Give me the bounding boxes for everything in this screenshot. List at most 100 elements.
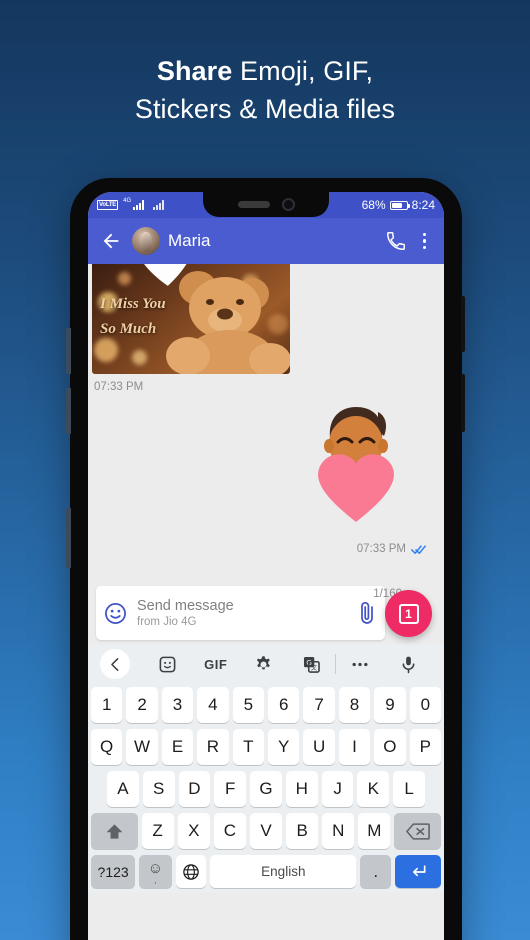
key-b[interactable]: B [286, 813, 319, 849]
settings-gear-icon[interactable] [240, 647, 288, 681]
message-placeholder: Send message [137, 597, 234, 614]
send-button-label: 1 [398, 603, 419, 624]
ellipsis-icon [352, 662, 368, 666]
key-w[interactable]: W [126, 729, 158, 765]
key-2[interactable]: 2 [126, 687, 158, 723]
status-bar-left: VoLTE 4G [97, 198, 165, 210]
emoji-key[interactable]: ☺ , [139, 855, 172, 888]
chevron-left-icon [110, 657, 118, 671]
key-m[interactable]: M [358, 813, 391, 849]
phone-screen: VoLTE 4G 68% 8:24 Maria I Miss You So Mu… [88, 192, 444, 940]
sticker-icon[interactable] [144, 647, 192, 681]
paperclip-icon[interactable] [357, 599, 377, 627]
keyboard-row-numbers: 1 2 3 4 5 6 7 8 9 0 [88, 684, 444, 726]
emoji-key-sub: , [154, 875, 157, 885]
keyboard-row-bottom: Z X C V B N M [88, 810, 444, 852]
key-q[interactable]: Q [90, 729, 123, 765]
battery-percent-label: 68% [361, 198, 386, 212]
send-button[interactable]: 1 [385, 590, 432, 637]
key-l[interactable]: L [393, 771, 426, 807]
smiley-icon[interactable] [104, 602, 127, 625]
message-input-zone: Send message from Jio 4G 1/160 1 [88, 582, 444, 644]
clock-label: 8:24 [411, 198, 435, 212]
emoji-key-icon: ☺ [147, 859, 164, 877]
key-5[interactable]: 5 [232, 687, 264, 723]
overflow-menu-icon[interactable] [417, 232, 433, 250]
backspace-key[interactable] [394, 813, 442, 849]
key-i[interactable]: I [338, 729, 371, 765]
more-options-icon[interactable] [336, 647, 384, 681]
key-d[interactable]: D [178, 771, 211, 807]
gif-button[interactable]: GIF [192, 647, 240, 681]
volte-badge: VoLTE [97, 200, 119, 210]
image-message-bubble[interactable]: I Miss You So Much [92, 264, 290, 374]
key-h[interactable]: H [285, 771, 318, 807]
front-camera-icon [281, 198, 295, 211]
battery-icon [389, 200, 410, 210]
language-globe-icon [183, 863, 199, 880]
key-r[interactable]: R [197, 729, 229, 765]
phone-mockup: VoLTE 4G 68% 8:24 Maria I Miss You So Mu… [66, 178, 465, 940]
key-t[interactable]: T [232, 729, 264, 765]
key-7[interactable]: 7 [303, 687, 335, 723]
key-x[interactable]: X [177, 813, 210, 849]
shift-icon [106, 823, 123, 839]
globe-key[interactable] [175, 855, 207, 888]
space-key[interactable]: English [210, 855, 357, 888]
translate-icon[interactable]: G 文 [287, 647, 335, 681]
keyboard-row-top: Q W E R T Y U I O P [88, 726, 444, 768]
microphone-icon[interactable] [384, 647, 432, 681]
volume-up-button[interactable] [66, 328, 71, 374]
message-timestamp: 07:33 PM [94, 381, 144, 393]
headline-line2: Stickers & Media files [134, 94, 396, 124]
person-hugging-heart-emoji[interactable] [310, 404, 402, 526]
message-input-bar[interactable]: Send message from Jio 4G [96, 586, 385, 640]
headline-bold: Share [156, 56, 233, 86]
key-v[interactable]: V [249, 813, 283, 849]
key-a[interactable]: A [106, 771, 139, 807]
svg-text:文: 文 [311, 662, 318, 671]
key-c[interactable]: C [213, 813, 246, 849]
key-k[interactable]: K [357, 771, 390, 807]
key-g[interactable]: G [250, 771, 282, 807]
period-key[interactable]: . [360, 855, 392, 888]
key-6[interactable]: 6 [268, 687, 300, 723]
key-y[interactable]: Y [268, 729, 300, 765]
arrow-left-icon[interactable] [100, 230, 122, 252]
key-9[interactable]: 9 [374, 687, 406, 723]
mic-icon [402, 656, 414, 673]
keyboard-row-home: A S D F G H J K L [88, 768, 444, 810]
right-bezel-lower [461, 374, 465, 432]
gear-icon [256, 655, 270, 669]
sticker-face-icon [159, 656, 176, 672]
key-o[interactable]: O [374, 729, 406, 765]
key-f[interactable]: F [214, 771, 247, 807]
on-screen-keyboard: GIF G 文 1 2 3 4 5 6 7 8 9 0 Q W E R T Y … [88, 644, 444, 893]
message-text-field[interactable]: Send message from Jio 4G [127, 597, 357, 630]
symbols-key[interactable]: ?123 [91, 855, 136, 888]
key-u[interactable]: U [303, 729, 335, 765]
right-bezel-upper [461, 296, 465, 352]
status-bar-right: 68% 8:24 [362, 198, 435, 212]
phone-call-icon[interactable] [385, 230, 407, 252]
key-z[interactable]: Z [141, 813, 174, 849]
key-0[interactable]: 0 [409, 687, 442, 723]
key-p[interactable]: P [409, 729, 442, 765]
contact-name: Maria [168, 231, 211, 250]
key-1[interactable]: 1 [90, 687, 123, 723]
keyboard-back-button[interactable] [100, 649, 130, 679]
key-n[interactable]: N [322, 813, 355, 849]
key-s[interactable]: S [142, 771, 175, 807]
keyboard-toolbar: GIF G 文 [88, 644, 444, 684]
key-8[interactable]: 8 [338, 687, 371, 723]
shift-key[interactable] [90, 813, 138, 849]
volume-down-button[interactable] [66, 388, 71, 434]
key-e[interactable]: E [161, 729, 194, 765]
key-j[interactable]: J [321, 771, 354, 807]
key-4[interactable]: 4 [197, 687, 229, 723]
avatar[interactable] [132, 227, 160, 255]
key-3[interactable]: 3 [161, 687, 194, 723]
timestamp-label: 07:33 PM [356, 543, 406, 555]
enter-key[interactable] [395, 855, 441, 888]
power-button[interactable] [66, 508, 71, 568]
